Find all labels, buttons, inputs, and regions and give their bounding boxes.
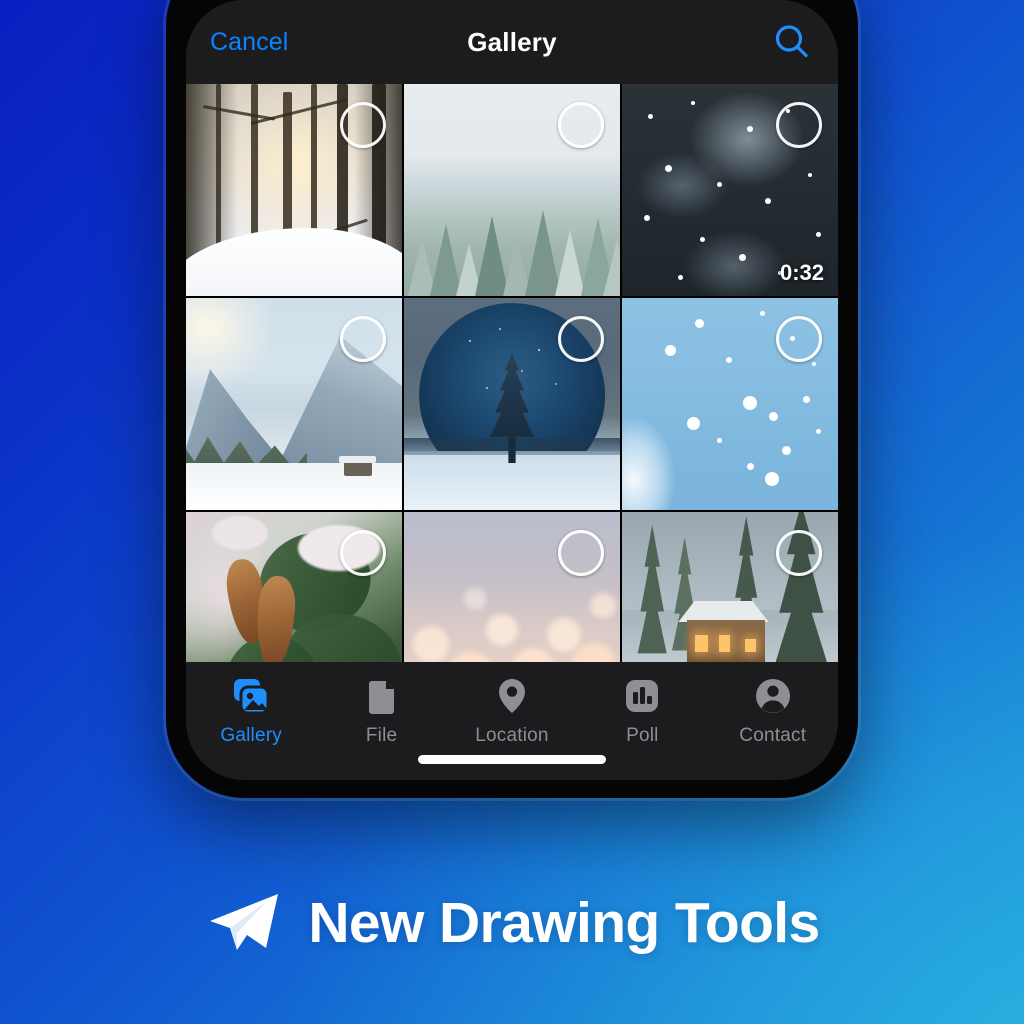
promo-poster: Cancel Gallery 0:32 Gallery File Locatio… (0, 0, 1024, 1024)
cancel-button[interactable]: Cancel (210, 28, 288, 57)
grid-item-photo[interactable] (622, 298, 838, 510)
tab-label: Gallery (220, 725, 282, 746)
grid-item-photo[interactable] (404, 298, 620, 510)
selection-circle-icon[interactable] (340, 316, 386, 362)
selection-circle-icon[interactable] (776, 316, 822, 362)
selection-circle-icon[interactable] (776, 102, 822, 148)
file-icon (360, 674, 404, 718)
gallery-icon (229, 674, 273, 718)
tab-label: Poll (626, 725, 659, 746)
app-screen: Cancel Gallery 0:32 Gallery File Locatio… (186, 0, 838, 780)
contact-person-icon (751, 674, 795, 718)
search-icon[interactable] (770, 20, 814, 64)
poll-bar-chart-icon (620, 674, 664, 718)
tab-file[interactable]: File (323, 674, 441, 747)
tab-label: Contact (739, 725, 807, 746)
grid-item-photo[interactable] (186, 84, 402, 296)
tab-label: File (365, 725, 398, 746)
telegram-paper-plane-icon (204, 888, 282, 958)
selection-circle-icon[interactable] (558, 102, 604, 148)
forest-canopy (404, 173, 620, 296)
grid-item-photo[interactable] (404, 84, 620, 296)
home-indicator[interactable] (418, 755, 606, 764)
selection-circle-icon[interactable] (776, 530, 822, 576)
caption-text: New Drawing Tools (308, 891, 820, 955)
tab-location[interactable]: Location (453, 674, 571, 747)
selection-circle-icon[interactable] (340, 530, 386, 576)
tab-poll[interactable]: Poll (583, 674, 701, 747)
selection-circle-icon[interactable] (340, 102, 386, 148)
phone-screen-bezel: Cancel Gallery 0:32 Gallery File Locatio… (186, 0, 838, 780)
navigation-bar: Cancel Gallery (186, 0, 838, 84)
grid-item-video[interactable]: 0:32 (622, 84, 838, 296)
tab-label: Location (475, 725, 549, 746)
video-duration-badge: 0:32 (779, 260, 824, 285)
tab-gallery[interactable]: Gallery (192, 674, 310, 747)
phone-mockup: Cancel Gallery 0:32 Gallery File Locatio… (166, 0, 858, 798)
tab-contact[interactable]: Contact (714, 674, 832, 747)
grid-item-photo[interactable] (186, 298, 402, 510)
selection-circle-icon[interactable] (558, 316, 604, 362)
selection-circle-icon[interactable] (558, 530, 604, 576)
location-pin-icon (490, 674, 534, 718)
caption: New Drawing Tools (0, 888, 1024, 958)
